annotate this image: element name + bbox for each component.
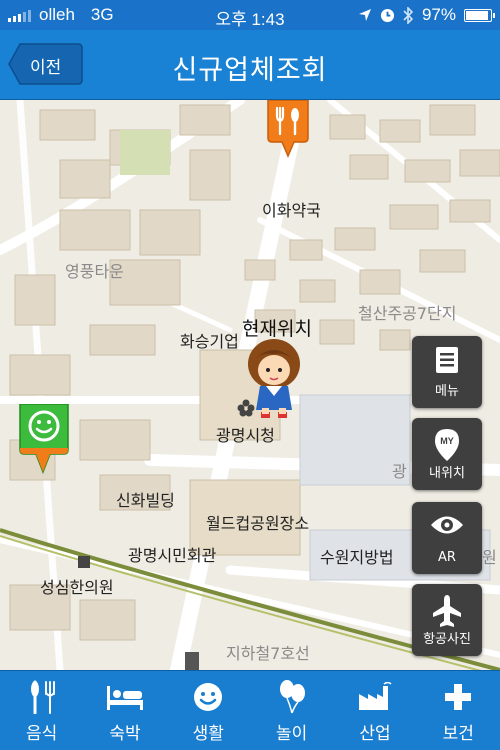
current-location-label: 현재위치 [242, 318, 312, 340]
map-view[interactable]: 이화약국 영풍타운 철산주공7단지 화승기업 광명시청 신화빌딩 월드컵공원장소… [0, 100, 500, 670]
balloons-icon [279, 680, 305, 714]
map-label-seongsim: 성심한의원 [40, 578, 114, 597]
plus-cross-icon [445, 684, 472, 710]
ar-button-label: AR [438, 550, 456, 565]
tab-health-label: 보건 [442, 724, 474, 744]
map-label-ihwa-pharmacy: 이화약국 [262, 201, 321, 220]
status-bar: olleh 3G 오후 1:43 97% [0, 0, 500, 30]
battery-percent: 97% [421, 5, 456, 24]
factory-icon [358, 682, 392, 710]
list-icon [436, 347, 458, 373]
ar-button[interactable]: AR [412, 502, 482, 574]
my-badge: MY [440, 436, 454, 446]
menu-button[interactable]: 메뉴 [412, 336, 482, 408]
location-arrow-icon [358, 9, 371, 21]
my-location-button[interactable]: MY 내위치 [412, 418, 482, 490]
tab-food-label: 음식 [26, 724, 58, 744]
map-label-suwon-court: 수원지방법 [320, 548, 394, 567]
food-pin-marker[interactable] [264, 100, 312, 162]
bed-icon [106, 686, 143, 710]
tab-industry-label: 산업 [359, 724, 391, 744]
tab-life-label: 생활 [192, 724, 224, 744]
bluetooth-icon [403, 6, 414, 24]
map-label-world-cup-park: 월드컵공원장소 [206, 514, 310, 533]
map-label-civic-hall: 광명시민회관 [128, 546, 217, 565]
tab-lodging[interactable]: 숙박 [83, 671, 166, 750]
airplane-icon [433, 595, 461, 627]
map-label-sinhwa: 신화빌딩 [116, 491, 175, 510]
navigation-bar: 이전 신규업체조회 [0, 30, 500, 100]
battery-icon [464, 8, 495, 22]
utensils-icon [30, 680, 55, 714]
map-label-edge: 원 [482, 548, 497, 567]
life-pin-marker[interactable] [18, 403, 70, 478]
category-tab-bar: 음식 숙박 생활 놀이 산업 보건 [0, 670, 500, 750]
alarm-clock-icon [380, 8, 395, 22]
tab-health[interactable]: 보건 [417, 671, 500, 750]
aerial-photo-button[interactable]: 항공사진 [412, 584, 482, 656]
map-label-yeongpung-town: 영풍타운 [65, 262, 124, 281]
map-label-subway: 지하철7호선 [226, 644, 310, 663]
page-title: 신규업체조회 [172, 55, 328, 86]
menu-button-label: 메뉴 [435, 384, 459, 399]
map-label-cheolsan: 철산주공7단지 [358, 304, 457, 323]
tab-leisure-label: 놀이 [276, 724, 308, 744]
tab-industry[interactable]: 산업 [333, 671, 416, 750]
my-location-button-label: 내위치 [429, 466, 465, 481]
smiley-icon [194, 683, 223, 711]
location-pin-icon: MY [435, 429, 459, 461]
map-label-hwaseung: 화승기업 [180, 332, 239, 351]
map-label-gwang: 광 [392, 462, 407, 481]
eye-icon [431, 516, 463, 534]
current-location-character-icon [246, 338, 302, 426]
tab-leisure[interactable]: 놀이 [250, 671, 333, 750]
tab-lodging-label: 숙박 [109, 724, 141, 744]
tab-food[interactable]: 음식 [0, 671, 83, 750]
aerial-photo-button-label: 항공사진 [423, 632, 471, 647]
tab-life[interactable]: 생활 [167, 671, 250, 750]
